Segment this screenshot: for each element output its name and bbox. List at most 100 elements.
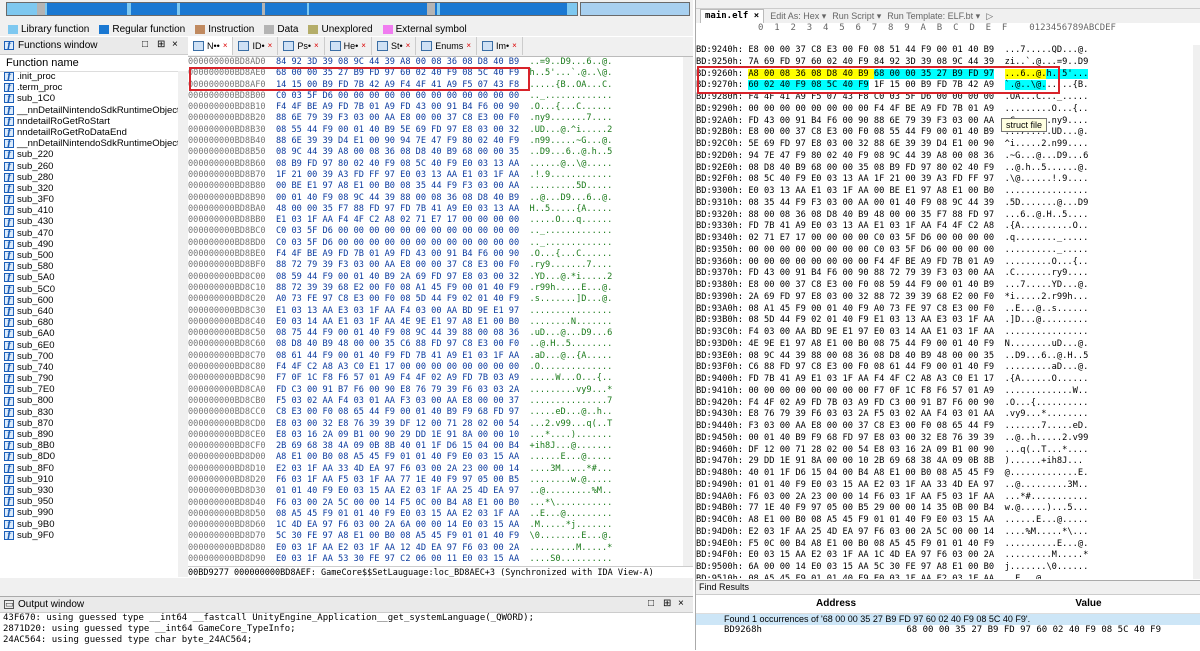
run-template-menu[interactable]: Run Template: ELF.bt ▾ [887,11,980,22]
hex-editor-ascii[interactable]: ...7.....QD...@. [1005,45,1089,55]
hex-editor-ascii[interactable]: .....{B. [1046,80,1088,90]
hex-ascii[interactable]: ..@.H..5........ [530,339,613,349]
tab-1[interactable]: ID• × [233,37,279,55]
file-tab-main-elf[interactable]: main.elf × [700,9,765,23]
dock-window-icon[interactable]: ⊞ [157,39,165,50]
hex-editor-ascii[interactable]: ....%M.....*\... [1005,527,1089,537]
hex-bytes[interactable]: A0 73 FE 97 C8 E3 00 F0 08 5D 44 F9 02 0… [276,294,519,304]
function-list-item[interactable]: f sub_700 [0,351,178,362]
tab-close-icon[interactable]: × [223,37,228,55]
hex-bytes[interactable]: 88 6E 79 39 F3 03 00 AA E8 00 00 37 C8 E… [276,113,519,123]
hex-editor-ascii[interactable]: .{A......O...... [1005,374,1089,384]
hex-bytes[interactable]: 88 72 39 39 68 E2 00 F0 08 A1 45 F9 00 0… [276,283,519,293]
hex-bytes[interactable]: E0 03 1F AA E2 03 1F AA 12 4D EA 97 F6 0… [276,543,519,553]
hex-ascii[interactable]: .r99h.....E...@. [530,283,613,293]
hex-editor-bytes[interactable]: A8 00 08 36 08 D8 40 B9 [748,68,874,79]
hex-editor-bytes[interactable]: 08 9C 44 39 88 00 08 36 08 D8 40 B9 48 0… [748,351,994,361]
hex-editor-bytes[interactable]: E8 00 00 37 C8 E3 00 F0 08 55 44 F9 00 0… [748,127,994,137]
hex-editor-bytes[interactable]: 6A 00 00 14 E0 03 15 AA 5C 30 FE 97 A8 E… [748,562,994,572]
hex-editor-ascii[interactable]: .........M.....* [1005,550,1089,560]
hex-editor-ascii[interactable]: .........O...{.. [1005,104,1089,114]
hex-editor-ascii-match[interactable]: `.@..\@. [1004,80,1047,91]
hex-editor-bytes[interactable]: F4 4F 41 A9 F5 07 43 F8 C0 03 5F D6 00 0… [748,92,994,102]
close-window-icon[interactable]: × [172,39,178,50]
hex-editor-ascii[interactable]: .O...{.......... [1005,398,1089,408]
hex-ascii[interactable]: ...*\........... [530,498,613,508]
hex-editor-ascii[interactable]: ..@.........3M.. [1005,480,1089,490]
hex-editor-ascii[interactable]: ..E...@..s...... [1005,304,1089,314]
hex-ascii[interactable]: .aD...@..{A..... [530,351,613,361]
hex-bytes[interactable]: E2 03 1F AA 33 4D EA 97 F6 03 00 2A 23 0… [276,464,519,474]
function-name-column-header[interactable]: Function name [0,55,188,72]
hex-bytes[interactable]: C0 03 5F D6 00 00 00 00 00 00 00 00 00 0… [276,238,519,248]
hex-ascii[interactable]: .!.9............ [530,170,613,180]
hex-ascii[interactable]: ........N....... [530,317,613,327]
navigation-band-overview[interactable] [580,2,690,16]
hex-bytes[interactable]: 84 92 3D 39 08 9C 44 39 A8 00 08 36 08 D… [276,57,519,67]
hex-ascii[interactable]: ...............7 [530,396,613,406]
hex-editor-ascii[interactable]: ................ [1005,186,1089,196]
hex-editor-bytes[interactable]: 08 A5 45 F9 01 01 40 F9 E0 03 1F AA E2 0… [748,574,994,579]
hex-bytes[interactable]: C0 03 5F D6 00 00 00 00 00 00 00 00 00 0… [276,91,519,101]
tab-6[interactable]: Im• × [477,37,523,55]
hex-bytes[interactable]: F6 03 00 2A 5C 00 00 14 F5 0C 00 B4 A8 E… [276,498,519,508]
function-list-item[interactable]: f sub_430 [0,216,178,227]
hex-editor-ascii[interactable]: ..E...@......... [1005,574,1089,579]
hex-editor-bytes[interactable]: 4E 9E E1 97 A8 E1 00 B0 08 75 44 F9 00 0… [748,339,994,349]
tab-0[interactable]: N•• × [188,37,234,55]
hex-editor-ascii[interactable]: .........._..... [1005,245,1089,255]
hex-editor-bytes[interactable]: 08 D8 40 B9 68 00 00 35 08 B9 FD 97 80 0… [748,163,994,173]
hex-bytes[interactable]: 1C 4D EA 97 F6 03 00 2A 6A 00 00 14 E0 0… [276,520,519,530]
hex-editor-bytes[interactable]: FD 7B 41 A9 E0 03 13 AA E1 03 1F AA F4 4… [748,221,994,231]
hex-editor-bytes[interactable]: 2A 69 FD 97 E8 03 00 32 88 72 39 39 68 E… [748,292,994,302]
hex-bytes[interactable]: 08 9C 44 39 A8 00 08 36 08 D8 40 B9 68 0… [276,147,519,157]
hex-ascii[interactable]: h..5'...`.@..\@. [530,68,613,78]
function-list-item[interactable]: f sub_500 [0,250,178,261]
hex-bytes[interactable]: C8 E3 00 F0 08 65 44 F9 00 01 40 B9 F9 6… [276,407,519,417]
hex-editor-bytes[interactable]: 94 7E 47 F9 80 02 40 F9 08 9C 44 39 A8 0… [748,151,994,161]
tab-close-icon[interactable]: × [466,37,471,55]
hex-editor-ascii[interactable]: )......+ih8J... [1005,456,1083,466]
hex-editor-bytes[interactable]: FD 43 00 91 B4 F6 00 90 88 72 79 39 F3 0… [748,268,994,278]
hex-bytes[interactable]: E8 03 00 32 E8 76 39 39 DF 12 00 71 28 0… [276,419,519,429]
hex-ascii[interactable]: .M.....*j....... [530,520,613,530]
hex-editor-ascii[interactable]: ................ [1005,327,1089,337]
hex-editor-ascii[interactable]: j.......\0...... [1005,562,1089,572]
hex-editor-ascii[interactable]: .......7.....eD. [1005,421,1089,431]
function-list-item[interactable]: f sub_580 [0,261,178,272]
function-list-item[interactable]: f sub_800 [0,395,178,406]
hex-editor-ascii[interactable]: .............W.. [1005,386,1089,396]
function-list-item[interactable]: f sub_410 [0,205,178,216]
function-list-item[interactable]: f sub_640 [0,306,178,317]
hex-editor-bytes[interactable]: E8 00 00 37 C8 E3 00 F0 08 59 44 F9 00 0… [748,280,994,290]
hex-editor-bytes[interactable]: A8 E1 00 B0 08 A5 45 F9 01 01 40 F9 E0 0… [748,515,994,525]
float-window-icon[interactable]: □ [142,39,148,50]
hex-editor-ascii-match[interactable]: h..5'... [1046,68,1089,79]
value-column-header[interactable]: Value [976,595,1200,613]
tab-5[interactable]: Enums × [416,37,477,55]
hex-bytes[interactable]: 08 61 44 F9 00 01 40 F9 FD 7B 41 A9 E1 0… [276,351,519,361]
function-list-scrollbar[interactable] [178,71,188,577]
hex-editor-bytes[interactable]: 00 00 00 00 00 00 00 00 C0 03 5F D6 00 0… [748,245,994,255]
hex-editor-ascii[interactable]: .q........_..... [1005,233,1089,243]
hex-editor-bytes[interactable]: 00 00 00 00 00 00 00 00 F4 4F BE A9 FD 7… [748,104,994,114]
hex-ascii[interactable]: .....W...O...{.. [530,373,613,383]
hex-editor-bytes[interactable]: 7A 69 FD 97 60 02 40 F9 84 92 3D 39 08 9… [748,57,994,67]
hex-ascii[interactable]: .UD...@.^i.....2 [530,125,613,135]
hex-editor-bytes[interactable]: 08 35 44 F9 F3 03 00 AA 00 01 40 F9 08 9… [748,198,994,208]
hex-editor-bytes-match[interactable]: 60 02 40 F9 08 5C 40 F9 [748,80,869,91]
hex-editor-ascii[interactable]: .vy9...*........ [1005,409,1089,419]
hex-ascii[interactable]: ......@..\@..... [530,159,613,169]
function-list-item[interactable]: f sub_790 [0,373,178,384]
function-list-item[interactable]: f sub_910 [0,474,178,485]
function-list-item[interactable]: f sub_5C0 [0,284,178,295]
hex-bytes[interactable]: 08 75 44 F9 00 01 40 F9 08 9C 44 39 88 0… [276,328,519,338]
hex-editor-ascii[interactable]: zi..`.@...=9..D9 [1005,57,1089,67]
hex-ascii[interactable]: ..@.........%M.. [530,486,613,496]
tab-close-icon[interactable]: × [406,37,411,55]
navigation-band[interactable] [6,2,578,16]
hex-bytes[interactable]: E1 03 1F AA F4 4F C2 A8 02 71 E7 17 00 0… [276,215,519,225]
function-list-item[interactable]: f .term_proc [0,82,178,93]
hex-editor-bytes[interactable]: DF 12 00 71 28 02 00 54 E8 03 16 2A 09 B… [748,445,994,455]
find-summary-row[interactable]: Found 1 occurrences of '68 00 00 35 27 B… [696,614,1200,625]
